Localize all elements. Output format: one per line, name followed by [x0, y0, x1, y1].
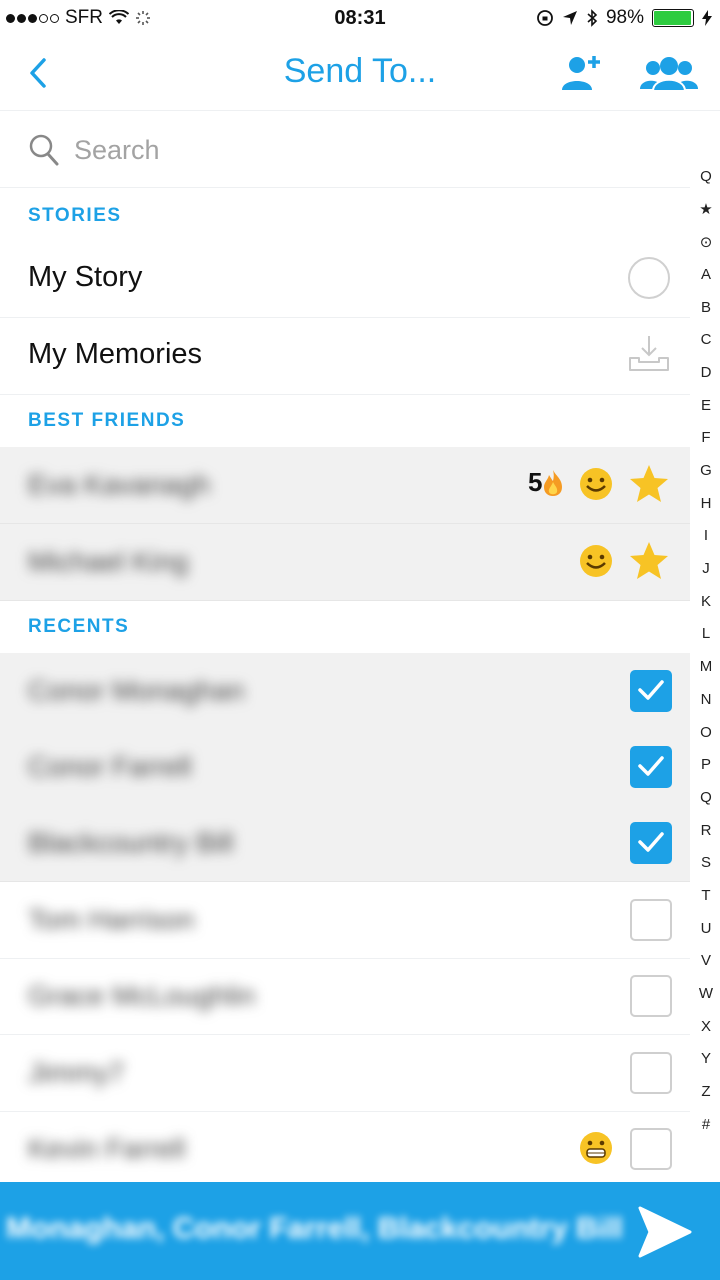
story-row-my-memories[interactable]: My Memories: [0, 318, 690, 395]
battery-icon: [652, 9, 694, 27]
section-best-friends: BEST FRIENDS: [28, 410, 186, 431]
check-icon: [638, 832, 664, 852]
smile-emoji-icon: [580, 545, 612, 577]
select-checkbox[interactable]: [630, 670, 672, 712]
friend-name: Blackcountry Bill: [28, 827, 234, 858]
section-recents: RECENTS: [28, 616, 130, 637]
alphabet-index-letter[interactable]: P: [692, 748, 720, 781]
recent-row[interactable]: Conor Monaghan: [0, 653, 690, 730]
friend-name: Conor Farrell: [28, 751, 192, 782]
alphabet-index-letter[interactable]: N: [692, 683, 720, 716]
status-bar: SFR 08:31 98%: [0, 0, 720, 36]
alphabet-index[interactable]: Q ★ ⊙ A B C D E F G H I J K L M N O P Q R S T U V W X Y Z #: [692, 160, 720, 1141]
fire-icon: [544, 469, 563, 496]
friend-row[interactable]: Eva Kavanagh 5: [0, 447, 690, 524]
alphabet-index-letter[interactable]: B: [692, 291, 720, 324]
search-bar: [0, 111, 690, 188]
charging-icon: [702, 10, 712, 26]
alphabet-index-letter[interactable]: Y: [692, 1043, 720, 1076]
friend-name: Kevin Farrell: [28, 1133, 186, 1164]
alphabet-index-letter[interactable]: X: [692, 1010, 720, 1043]
story-label: My Story: [28, 261, 143, 293]
search-icon: [29, 134, 59, 166]
best-friend-star-icon: [630, 465, 668, 502]
story-label: My Memories: [28, 338, 203, 370]
location-icon: [562, 11, 577, 25]
recent-row[interactable]: Blackcountry Bill: [0, 805, 690, 882]
alphabet-index-letter[interactable]: Q: [692, 781, 720, 814]
selected-recipients: Monaghan, Conor Farrell, Blackcountry Bi…: [6, 1212, 623, 1245]
alphabet-index-letter[interactable]: L: [692, 618, 720, 651]
bluetooth-icon: [587, 9, 598, 27]
alphabet-index-letter[interactable]: K: [692, 585, 720, 618]
alphabet-index-letter[interactable]: C: [692, 323, 720, 356]
alphabet-index-letter[interactable]: J: [692, 552, 720, 585]
select-checkbox[interactable]: [630, 746, 672, 788]
alphabet-index-letter[interactable]: Z: [692, 1075, 720, 1108]
alphabet-index-letter[interactable]: Q: [692, 160, 720, 193]
friend-name: Eva Kavanagh: [28, 469, 211, 500]
alphabet-index-letter[interactable]: I: [692, 520, 720, 553]
streak-count: 5: [528, 467, 543, 497]
rotation-lock-icon: [537, 10, 553, 26]
alphabet-index-letter[interactable]: F: [692, 422, 720, 455]
smile-emoji-icon: [580, 468, 612, 500]
battery-percent: 98%: [605, 7, 644, 28]
alphabet-index-letter[interactable]: W: [692, 977, 720, 1010]
alphabet-index-letter[interactable]: R: [692, 814, 720, 847]
select-checkbox[interactable]: [630, 1052, 672, 1094]
select-checkbox[interactable]: [630, 899, 672, 941]
friend-name: Michael King: [28, 546, 189, 577]
recent-row[interactable]: Conor Farrell: [0, 729, 690, 806]
check-icon: [638, 756, 664, 776]
select-checkbox[interactable]: [630, 1128, 672, 1170]
group-icon[interactable]: [640, 56, 698, 92]
select-circle[interactable]: [628, 257, 670, 299]
alphabet-index-letter[interactable]: H: [692, 487, 720, 520]
save-to-memories-icon[interactable]: [627, 334, 671, 374]
alphabet-index-letter[interactable]: O: [692, 716, 720, 749]
check-icon: [638, 680, 664, 700]
recent-row[interactable]: Jimmy7: [0, 1035, 690, 1112]
friend-name: Jimmy7: [28, 1057, 125, 1088]
alphabet-index-letter[interactable]: U: [692, 912, 720, 945]
alphabet-index-letter[interactable]: #: [692, 1108, 720, 1141]
story-row-my-story[interactable]: My Story: [0, 241, 690, 318]
recent-row[interactable]: Kevin Farrell: [0, 1111, 690, 1181]
streak-badge: 5: [528, 467, 564, 498]
alphabet-index-letter[interactable]: A: [692, 258, 720, 291]
search-input[interactable]: [72, 131, 636, 169]
friend-name: Tom Harrison: [28, 904, 195, 935]
alphabet-index-letter[interactable]: D: [692, 356, 720, 389]
alphabet-index-letter[interactable]: S: [692, 846, 720, 879]
alphabet-index-letter[interactable]: ⊙: [692, 225, 720, 258]
section-stories: STORIES: [28, 205, 122, 226]
page-title: Send To...: [283, 52, 437, 90]
select-checkbox[interactable]: [630, 975, 672, 1017]
recent-row[interactable]: Grace McLoughlin: [0, 958, 690, 1035]
friend-row[interactable]: Michael King: [0, 524, 690, 601]
friend-name: Conor Monaghan: [28, 675, 245, 706]
best-friend-star-icon: [630, 542, 668, 579]
add-friend-icon[interactable]: [560, 54, 602, 92]
grimace-emoji-icon: [580, 1132, 612, 1164]
send-arrow-icon[interactable]: [636, 1204, 694, 1260]
friend-name: Grace McLoughlin: [28, 980, 256, 1011]
recent-row[interactable]: Tom Harrison: [0, 882, 690, 959]
send-bar[interactable]: Monaghan, Conor Farrell, Blackcountry Bi…: [0, 1182, 720, 1280]
alphabet-index-letter[interactable]: T: [692, 879, 720, 912]
alphabet-index-letter[interactable]: ★: [692, 193, 720, 226]
alphabet-index-letter[interactable]: E: [692, 389, 720, 422]
alphabet-index-letter[interactable]: V: [692, 945, 720, 978]
alphabet-index-letter[interactable]: M: [692, 650, 720, 683]
nav-header: Send To...: [0, 36, 720, 111]
select-checkbox[interactable]: [630, 822, 672, 864]
alphabet-index-letter[interactable]: G: [692, 454, 720, 487]
